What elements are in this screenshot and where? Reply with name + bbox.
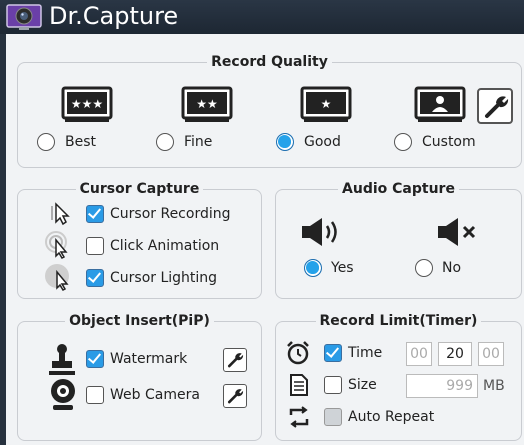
svg-text:★★★: ★★★ <box>71 97 103 111</box>
cursor-recording-checkbox[interactable] <box>86 205 104 223</box>
audio-yes-label: Yes <box>331 260 354 276</box>
auto-repeat-checkbox[interactable] <box>324 408 342 426</box>
speaker-mute-icon <box>438 218 476 246</box>
time-limit-label: Time <box>348 345 383 361</box>
webcam-icon <box>51 379 75 410</box>
size-limit-checkbox[interactable] <box>324 376 342 394</box>
record-quality-title: Record Quality <box>207 54 332 70</box>
stamp-icon <box>49 344 75 375</box>
object-insert-title: Object Insert(PiP) <box>65 313 214 329</box>
size-limit-label: Size <box>348 377 377 393</box>
audio-capture-group: Audio Capture Yes No <box>275 181 522 299</box>
time-limit-checkbox[interactable] <box>324 344 342 362</box>
web-camera-label: Web Camera <box>110 387 200 403</box>
cursor-capture-title: Cursor Capture <box>75 181 204 197</box>
cursor-recording-icon <box>51 202 70 226</box>
title-bar: Dr.Capture <box>0 0 524 34</box>
record-limit-title: Record Limit(Timer) <box>315 313 482 329</box>
record-limit-group: Record Limit(Timer) Time 00 20 00 Size 9… <box>275 313 522 441</box>
web-camera-checkbox[interactable] <box>86 386 104 404</box>
document-icon <box>290 374 308 396</box>
svg-text:★: ★ <box>321 97 332 111</box>
watermark-settings-button[interactable] <box>223 348 247 372</box>
audio-no-label: No <box>442 260 462 276</box>
alarm-clock-icon <box>287 341 309 365</box>
custom-quality-settings-button[interactable] <box>477 88 513 124</box>
app-logo-icon <box>6 4 42 30</box>
speaker-on-icon <box>302 218 337 246</box>
object-insert-group: Object Insert(PiP) Watermark Web Camera <box>17 313 262 441</box>
three-star-monitor-icon: ★★★ <box>61 86 113 122</box>
quality-good-label: Good <box>304 134 341 150</box>
quality-best-radio[interactable] <box>37 133 55 151</box>
click-animation-label: Click Animation <box>110 238 220 254</box>
quality-custom-radio[interactable] <box>394 133 412 151</box>
quality-fine-radio[interactable] <box>156 133 174 151</box>
size-unit-label: MB <box>483 378 505 394</box>
click-animation-icon <box>45 231 68 259</box>
quality-fine-label: Fine <box>184 134 213 150</box>
person-monitor-icon <box>414 86 466 122</box>
one-star-monitor-icon: ★ <box>300 86 352 122</box>
cursor-capture-group: Cursor Capture Cursor Recording Click An… <box>17 181 262 299</box>
seconds-field[interactable]: 00 <box>478 342 504 366</box>
minutes-field[interactable]: 20 <box>438 342 472 366</box>
audio-no-radio[interactable] <box>415 259 433 277</box>
two-star-monitor-icon: ★★ <box>181 86 233 122</box>
record-quality-group: Record Quality ★★★ ★★ ★ Best Fine Good C… <box>17 54 522 168</box>
app-title: Dr.Capture <box>49 2 179 30</box>
wrench-icon <box>227 353 244 368</box>
repeat-icon <box>289 406 309 428</box>
cursor-lighting-icon <box>45 264 69 291</box>
cursor-lighting-checkbox[interactable] <box>86 269 104 287</box>
watermark-label: Watermark <box>110 351 188 367</box>
wrench-icon <box>227 389 244 404</box>
watermark-checkbox[interactable] <box>86 350 104 368</box>
settings-panel: Record Quality ★★★ ★★ ★ Best Fine Good C… <box>0 34 524 445</box>
cursor-recording-label: Cursor Recording <box>110 206 231 222</box>
web-camera-settings-button[interactable] <box>223 384 247 408</box>
audio-capture-title: Audio Capture <box>338 181 459 197</box>
size-field[interactable]: 999 <box>406 374 478 398</box>
auto-repeat-label: Auto Repeat <box>348 409 435 425</box>
click-animation-checkbox[interactable] <box>86 237 104 255</box>
quality-custom-label: Custom <box>422 134 476 150</box>
quality-good-radio[interactable] <box>276 133 294 151</box>
svg-text:★★: ★★ <box>196 97 218 111</box>
audio-yes-radio[interactable] <box>304 259 322 277</box>
quality-best-label: Best <box>65 134 97 150</box>
wrench-icon <box>485 96 509 118</box>
cursor-lighting-label: Cursor Lighting <box>110 270 218 286</box>
hours-field[interactable]: 00 <box>406 342 432 366</box>
